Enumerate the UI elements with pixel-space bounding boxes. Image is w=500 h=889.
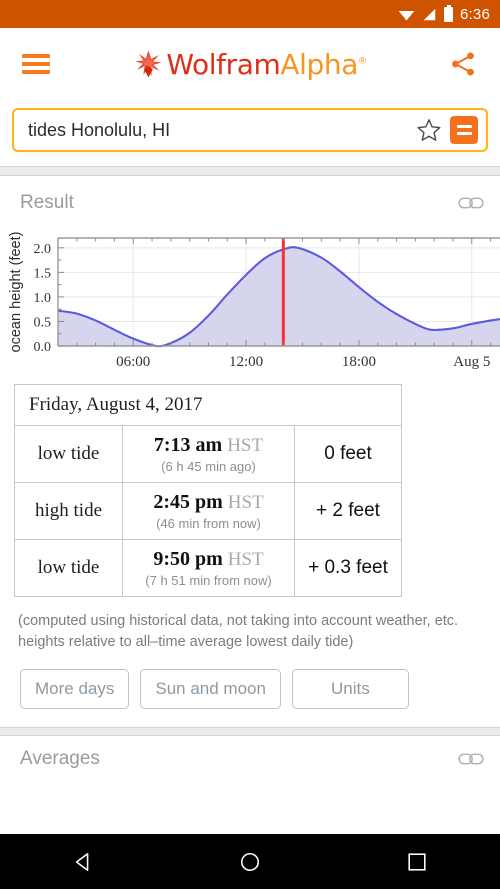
tide-table: Friday, August 4, 2017 low tide7:13 am H… bbox=[14, 384, 402, 597]
tide-timezone: HST bbox=[228, 492, 264, 513]
averages-pod-title: Averages bbox=[20, 748, 100, 770]
tide-time-cell: 9:50 pm HST (7 h 51 min from now) bbox=[123, 540, 295, 597]
y-axis-tick-label: 2.0 bbox=[34, 242, 52, 257]
input-options-icon[interactable] bbox=[450, 116, 478, 144]
recents-square-icon[interactable] bbox=[406, 851, 428, 873]
link-icon[interactable] bbox=[458, 751, 484, 767]
sun-and-moon-button[interactable]: Sun and moon bbox=[140, 669, 281, 709]
y-axis-tick-label: 1.5 bbox=[34, 266, 52, 281]
logo-registered-mark: ® bbox=[358, 56, 367, 66]
tide-chart: 0.0 0.5 1.0 1.5 2.0 06:00 12:00 18:00 Aug 5 ocean… bbox=[0, 226, 500, 376]
logo-alpha-text: Alpha bbox=[280, 48, 358, 81]
y-axis-tick-label: 0.5 bbox=[34, 315, 52, 330]
pod-divider bbox=[0, 166, 500, 176]
x-axis-tick-label: 12:00 bbox=[229, 354, 263, 370]
tide-timezone: HST bbox=[228, 549, 264, 570]
signal-icon bbox=[422, 8, 437, 21]
home-circle-icon[interactable] bbox=[239, 851, 261, 873]
averages-pod: Averages bbox=[0, 736, 500, 780]
units-button[interactable]: Units bbox=[292, 669, 409, 709]
wolframalpha-logo: WolframAlpha® bbox=[133, 48, 366, 81]
tide-height-cell: + 2 feet bbox=[295, 483, 402, 540]
result-pod-header: Result bbox=[0, 176, 500, 222]
y-axis-label: ocean height (feet) bbox=[8, 232, 24, 353]
tide-time: 9:50 pm HST bbox=[135, 548, 282, 571]
battery-icon bbox=[444, 7, 453, 22]
more-days-button[interactable]: More days bbox=[20, 669, 129, 709]
search-input[interactable] bbox=[28, 120, 416, 141]
app-bar: WolframAlpha® bbox=[0, 28, 500, 100]
y-axis-tick-label: 0.0 bbox=[34, 340, 52, 355]
tide-relative-time: (7 h 51 min from now) bbox=[135, 573, 282, 588]
link-icon[interactable] bbox=[458, 195, 484, 211]
back-triangle-icon[interactable] bbox=[72, 851, 94, 873]
status-bar: 6:36 bbox=[0, 0, 500, 28]
android-nav-bar bbox=[0, 834, 500, 889]
tide-type-cell: low tide bbox=[15, 540, 123, 597]
star-icon[interactable] bbox=[416, 117, 442, 143]
tide-height-cell: + 0.3 feet bbox=[295, 540, 402, 597]
tide-date: Friday, August 4, 2017 bbox=[15, 385, 402, 426]
tide-relative-time: (6 h 45 min ago) bbox=[135, 459, 282, 474]
x-axis-tick-label: 18:00 bbox=[342, 354, 376, 370]
status-time: 6:36 bbox=[460, 6, 490, 23]
hamburger-menu-icon[interactable] bbox=[22, 50, 50, 79]
tide-footnote: (computed using historical data, not tak… bbox=[18, 611, 482, 653]
table-row: low tide 9:50 pm HST (7 h 51 min from now)… bbox=[15, 540, 402, 597]
result-pod: Result 0.0 0.5 1.0 1.5 2.0 06:00 12:00 18:00 Aug… bbox=[0, 176, 500, 709]
pod-divider-2 bbox=[0, 727, 500, 736]
search-zone bbox=[0, 100, 500, 166]
wifi-icon bbox=[398, 8, 415, 21]
share-icon[interactable] bbox=[448, 49, 478, 79]
tide-time: 7:13 am HST bbox=[135, 434, 282, 457]
action-button-row: More days Sun and moon Units bbox=[0, 653, 500, 709]
x-axis-tick-label: Aug 5 bbox=[453, 354, 490, 370]
table-row: high tide 2:45 pm HST (46 min from now) + 2… bbox=[15, 483, 402, 540]
logo-wolfram-text: Wolfram bbox=[166, 48, 280, 81]
tide-type-cell: low tide bbox=[15, 426, 123, 483]
tide-time-cell: 2:45 pm HST (46 min from now) bbox=[123, 483, 295, 540]
search-box[interactable] bbox=[12, 108, 488, 152]
logo-wordmark: WolframAlpha® bbox=[166, 48, 366, 81]
tide-timezone: HST bbox=[227, 435, 263, 456]
tide-relative-time: (46 min from now) bbox=[135, 516, 282, 531]
y-axis-tick-label: 1.0 bbox=[34, 291, 52, 306]
tide-type-cell: high tide bbox=[15, 483, 123, 540]
table-row: low tide 7:13 am HST (6 h 45 min ago) 0 fee… bbox=[15, 426, 402, 483]
status-icons bbox=[398, 7, 453, 22]
tide-table-date-row: Friday, August 4, 2017 bbox=[15, 385, 402, 426]
app-root: 6:36 WolframAlpha® bbox=[0, 0, 500, 889]
tide-height-cell: 0 feet bbox=[295, 426, 402, 483]
tide-time-cell: 7:13 am HST (6 h 45 min ago) bbox=[123, 426, 295, 483]
averages-pod-header: Averages bbox=[0, 736, 500, 780]
spikey-logo-icon bbox=[133, 49, 163, 79]
tide-time: 2:45 pm HST bbox=[135, 491, 282, 514]
result-pod-title: Result bbox=[20, 192, 74, 214]
x-axis-tick-label: 06:00 bbox=[116, 354, 150, 370]
